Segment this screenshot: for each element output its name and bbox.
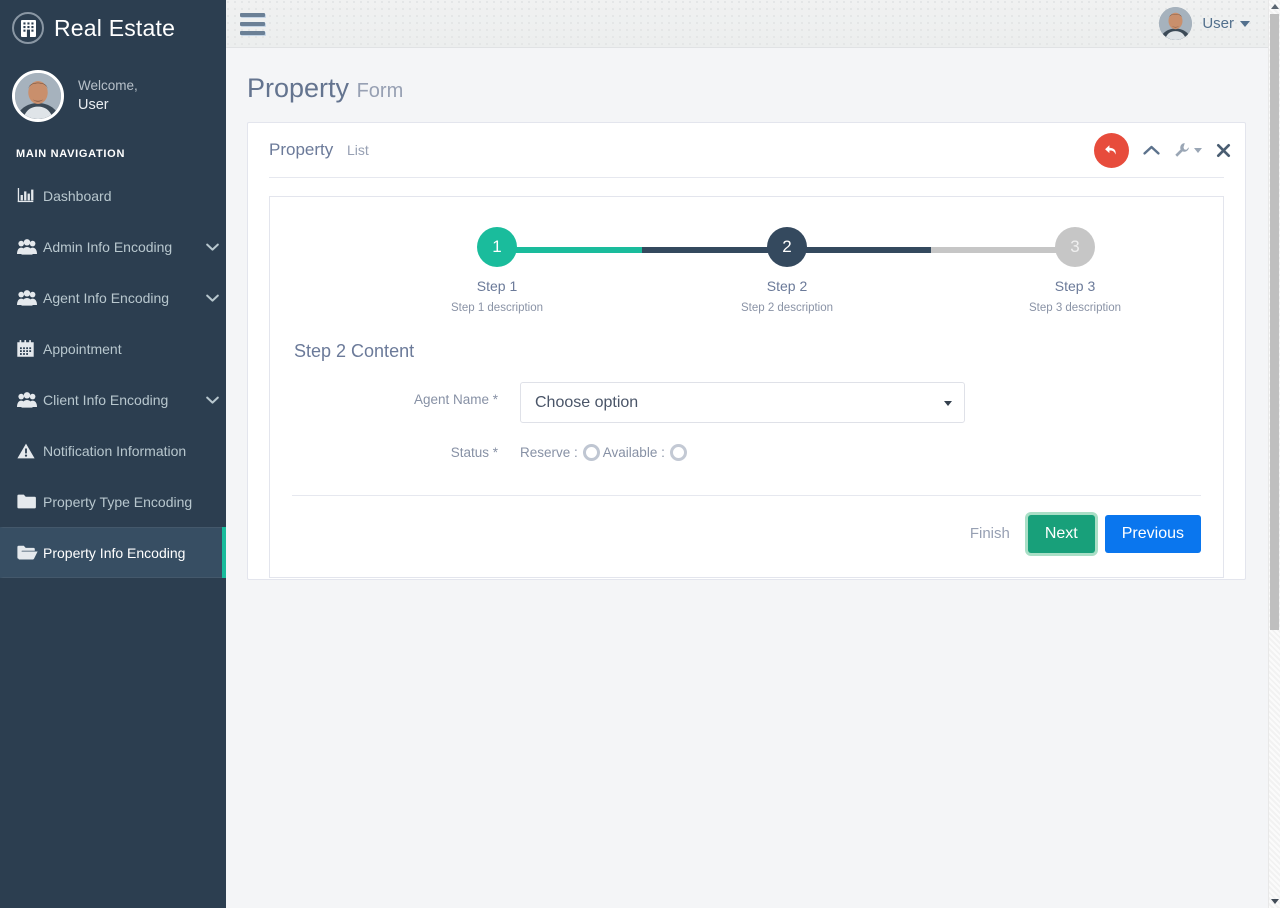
sidebar-item-label: Appointment xyxy=(43,340,122,357)
warning-icon xyxy=(17,443,43,459)
wizard-step-dot[interactable]: 3 xyxy=(1055,227,1095,267)
chevron-down-icon[interactable] xyxy=(198,239,226,255)
agent-name-select-value: Choose option xyxy=(535,393,639,411)
wizard-actions: Finish Next Previous xyxy=(292,496,1201,553)
sidebar-item-property-type-encoding[interactable]: Property Type Encoding xyxy=(0,476,226,527)
caret-down-icon xyxy=(1194,147,1202,153)
wizard-step-dot[interactable]: 2 xyxy=(767,227,807,267)
sidebar-item-dashboard[interactable]: Dashboard xyxy=(0,170,226,221)
users-icon xyxy=(17,289,43,306)
wizard-step-1[interactable]: 1 Step 1 Step 1 description xyxy=(417,223,577,314)
status-option-available-radio[interactable] xyxy=(669,444,687,461)
agent-name-label: Agent Name * xyxy=(413,392,498,407)
finish-button[interactable]: Finish xyxy=(962,525,1018,542)
wizard-step-2[interactable]: 2 Step 2 Step 2 description xyxy=(707,223,867,314)
user-menu[interactable]: User xyxy=(1159,7,1250,40)
wizard-step-name: Step 1 xyxy=(476,278,518,294)
wizard-step-dot[interactable]: 1 xyxy=(477,227,517,267)
status-label: Status * xyxy=(450,445,498,460)
sidebar-item-property-info-encoding[interactable]: Property Info Encoding xyxy=(0,527,226,578)
sidebar-item-label: Notification Information xyxy=(43,442,187,459)
agent-name-select[interactable]: Choose option xyxy=(520,382,965,423)
sidebar-user-panel: Welcome, User xyxy=(0,56,226,140)
scroll-down-arrow-icon[interactable] xyxy=(1269,895,1280,908)
chevron-down-icon[interactable] xyxy=(198,290,226,306)
main-content: Property Form Property List 1 Step 1 Ste… xyxy=(226,48,1268,908)
bar-chart-icon xyxy=(17,187,43,204)
wizard-step-name: Step 3 xyxy=(1054,278,1096,294)
folder-icon xyxy=(17,494,43,509)
scrollbar-thumb[interactable] xyxy=(1270,14,1279,630)
users-icon xyxy=(17,391,43,408)
brand[interactable]: Real Estate xyxy=(0,0,226,56)
wrench-icon[interactable] xyxy=(1174,142,1202,158)
caret-down-icon xyxy=(1240,20,1250,27)
page-title-main: Property xyxy=(247,73,350,103)
close-x-icon[interactable] xyxy=(1216,143,1231,158)
chevron-up-icon[interactable] xyxy=(1143,144,1160,156)
sidebar-item-client-info-encoding[interactable]: Client Info Encoding xyxy=(0,374,226,425)
status-option-reserve-radio[interactable] xyxy=(582,444,600,461)
card-title: Property List xyxy=(269,140,369,160)
status-radio-group: Reserve : Available : xyxy=(520,435,1201,461)
sidebar-item-agent-info-encoding[interactable]: Agent Info Encoding xyxy=(0,272,226,323)
sidebar-item-label: Dashboard xyxy=(43,187,112,204)
undo-arrow-icon[interactable] xyxy=(1094,132,1129,168)
wizard-step-name: Step 2 xyxy=(766,278,808,294)
wizard-stepper: 1 Step 1 Step 1 description 2 Step 2 Step 2 d… xyxy=(292,223,1201,327)
card-title-muted: List xyxy=(346,142,369,158)
avatar xyxy=(12,70,64,122)
user-menu-label: User xyxy=(1202,15,1234,32)
page-title-sub: Form xyxy=(356,80,404,102)
page-title: Property Form xyxy=(226,48,1268,122)
sidebar-item-appointment[interactable]: Appointment xyxy=(0,323,226,374)
card-header: Property List xyxy=(248,123,1245,177)
page-scrollbar[interactable] xyxy=(1268,0,1280,908)
wizard-step-description: Step 1 description xyxy=(450,302,544,314)
card-divider xyxy=(269,177,1224,178)
sidebar-item-label: Client Info Encoding xyxy=(43,391,169,408)
topbar: User xyxy=(226,0,1268,48)
chevron-down-icon[interactable] xyxy=(198,392,226,408)
hamburger-icon[interactable] xyxy=(240,11,268,37)
wizard-step-description: Step 2 description xyxy=(740,302,834,314)
sidebar-item-admin-info-encoding[interactable]: Admin Info Encoding xyxy=(0,221,226,272)
previous-button[interactable]: Previous xyxy=(1104,515,1201,553)
avatar xyxy=(1159,7,1193,40)
card-title-main: Property xyxy=(269,140,334,159)
folder-open-icon xyxy=(17,545,43,560)
brand-name: Real Estate xyxy=(54,14,176,41)
welcome-label: Welcome, xyxy=(78,77,138,93)
field-row-status: Status * Reserve : Available : xyxy=(292,435,1201,461)
sidebar-item-label: Admin Info Encoding xyxy=(43,238,173,255)
calendar-icon xyxy=(17,340,43,357)
scroll-up-arrow-icon[interactable] xyxy=(1269,0,1280,13)
sidebar-item-notification-information[interactable]: Notification Information xyxy=(0,425,226,476)
wizard-step-3[interactable]: 3 Step 3 Step 3 description xyxy=(995,223,1155,314)
step-content-heading: Step 2 Content xyxy=(294,341,415,361)
nav-section-title: MAIN NAVIGATION xyxy=(16,148,126,160)
sidebar-item-label: Property Type Encoding xyxy=(43,493,193,510)
wizard-step-description: Step 3 description xyxy=(1028,302,1122,314)
status-option-available-label: Available : xyxy=(602,445,665,460)
field-row-agent-name: Agent Name * Choose option xyxy=(292,382,1201,423)
sidebar-item-label: Property Info Encoding xyxy=(43,544,186,561)
wizard-container: 1 Step 1 Step 1 description 2 Step 2 Step 2 d… xyxy=(269,196,1224,578)
sidebar-nav: Dashboard Admin Info Encoding Agent Info E… xyxy=(0,170,226,578)
building-icon xyxy=(12,12,44,44)
app-root: Real Estate Welcome, User MAIN NAVIGATIO… xyxy=(0,0,1280,908)
status-option-reserve-label: Reserve : xyxy=(520,445,578,460)
welcome-username: User xyxy=(78,97,109,114)
users-icon xyxy=(17,238,43,255)
next-button[interactable]: Next xyxy=(1027,515,1095,553)
sidebar-item-label: Agent Info Encoding xyxy=(43,289,170,306)
card-tools xyxy=(1094,132,1231,168)
caret-down-icon xyxy=(944,400,952,406)
property-form-card: Property List 1 Step 1 Step 1 descriptio… xyxy=(247,122,1246,580)
sidebar: Real Estate Welcome, User MAIN NAVIGATIO… xyxy=(0,0,226,908)
